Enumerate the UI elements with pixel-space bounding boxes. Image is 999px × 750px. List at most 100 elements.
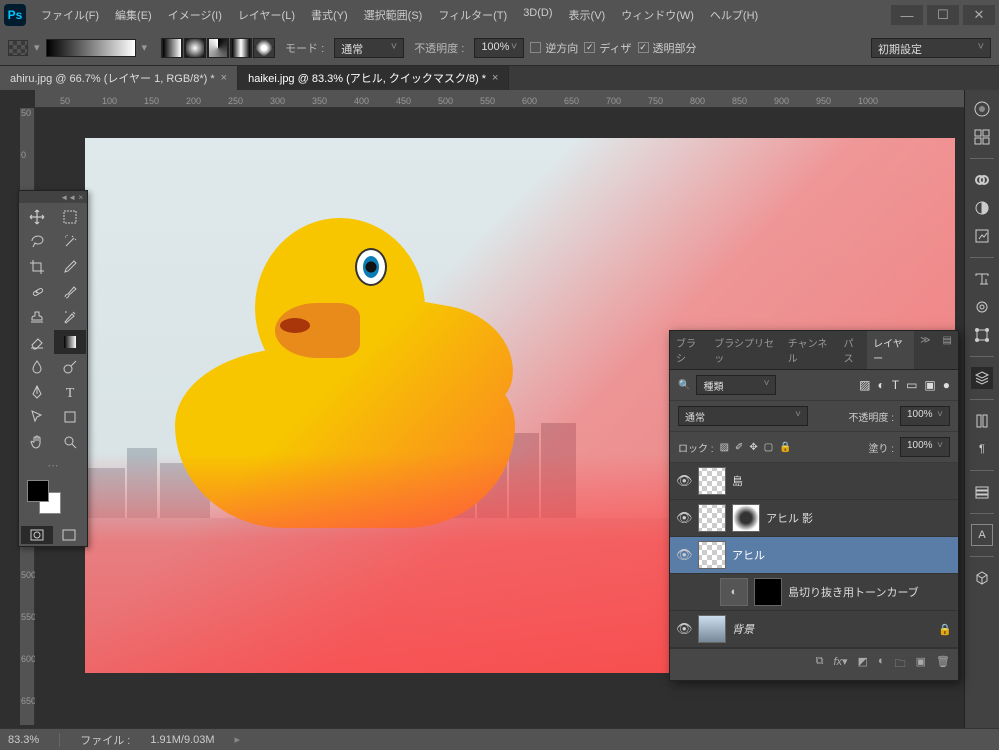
menu-filter[interactable]: フィルター(T) [431, 4, 514, 26]
tool-preset-picker[interactable] [8, 40, 28, 56]
menu-image[interactable]: イメージ(I) [161, 4, 229, 26]
visibility-icon[interactable]: 👁 [676, 547, 692, 563]
healing-tool[interactable] [21, 280, 53, 304]
styles-icon[interactable] [971, 225, 993, 247]
blur-tool[interactable] [21, 355, 53, 379]
layer-opacity-input[interactable]: 100% ˅ [900, 406, 950, 426]
delete-layer-icon[interactable]: 🗑 [936, 655, 950, 674]
lock-all-icon[interactable]: 🔒 [779, 442, 791, 453]
menu-view[interactable]: 表示(V) [562, 4, 613, 26]
marquee-tool[interactable] [54, 205, 86, 229]
filter-pixel-icon[interactable]: ▨ [859, 378, 870, 392]
type-tool[interactable]: T [54, 380, 86, 404]
hand-tool[interactable] [21, 430, 53, 454]
maximize-button[interactable]: ☐ [927, 5, 959, 25]
tab-brush[interactable]: ブラシ [670, 331, 708, 369]
magic-wand-tool[interactable] [54, 230, 86, 254]
adjustment-layer-icon[interactable]: ◐ [878, 655, 885, 674]
adjust-icon[interactable] [971, 197, 993, 219]
eyedropper-tool[interactable] [54, 255, 86, 279]
menu-select[interactable]: 選択範囲(S) [357, 4, 430, 26]
menu-help[interactable]: ヘルプ(H) [703, 4, 765, 26]
eraser-tool[interactable] [21, 330, 53, 354]
layer-item[interactable]: 👁島 [670, 463, 958, 500]
3d-icon[interactable] [971, 567, 993, 589]
transform-icon[interactable] [971, 324, 993, 346]
filter-shape-icon[interactable]: ▭ [906, 378, 917, 392]
actions-icon[interactable] [971, 410, 993, 432]
link-layers-icon[interactable]: ⧉ [816, 655, 824, 674]
layer-mask-icon[interactable]: ◩ [858, 655, 868, 674]
zoom-level[interactable]: 83.3% [8, 734, 39, 746]
layer-fx-icon[interactable]: fx▾ [833, 655, 847, 674]
status-flyout-icon[interactable]: ▸ [235, 733, 241, 746]
history-brush-tool[interactable] [54, 305, 86, 329]
menu-window[interactable]: ウィンドウ(W) [614, 4, 701, 26]
visibility-icon[interactable]: 👁 [676, 510, 692, 526]
color-swatches[interactable] [19, 474, 87, 524]
filter-type-icon[interactable]: T [892, 378, 899, 392]
move-tool[interactable] [21, 205, 53, 229]
shape-tool[interactable] [54, 405, 86, 429]
transparency-checkbox[interactable]: 透明部分 [638, 40, 697, 56]
fill-input[interactable]: 100% ˅ [900, 437, 950, 457]
lock-transparency-icon[interactable]: ▨ [720, 442, 729, 453]
gradient-preview[interactable] [46, 39, 136, 57]
gradient-radial[interactable] [184, 38, 206, 58]
tab-channels[interactable]: チャンネル [782, 331, 838, 369]
stamp-tool[interactable] [21, 305, 53, 329]
gradient-angle[interactable] [207, 38, 229, 58]
brush-tool[interactable] [54, 280, 86, 304]
toolbox-header[interactable]: ◄◄ × [19, 191, 87, 203]
pen-tool[interactable] [21, 380, 53, 404]
history-icon[interactable] [971, 481, 993, 503]
gradient-diamond[interactable] [253, 38, 275, 58]
dodge-tool[interactable] [54, 355, 86, 379]
zoom-tool[interactable] [54, 430, 86, 454]
menu-edit[interactable]: 編集(E) [108, 4, 159, 26]
layer-item[interactable]: 👁アヒル [670, 537, 958, 574]
layers-icon[interactable] [971, 367, 993, 389]
lock-position-icon[interactable]: ✥ [749, 442, 757, 453]
screen-mode[interactable] [54, 526, 86, 544]
layer-kind-select[interactable]: 種類 ˅ [696, 375, 776, 395]
layer-item[interactable]: 👁アヒル 影 [670, 500, 958, 537]
gradient-linear[interactable] [161, 38, 183, 58]
mode-select[interactable]: 通常 ˅ [334, 38, 404, 58]
paragraph-icon[interactable]: ¶ [971, 438, 993, 460]
menu-3d[interactable]: 3D(D) [516, 4, 559, 26]
tab-layers[interactable]: レイヤー [867, 331, 914, 369]
preset-select[interactable]: 初期設定˅ [871, 38, 991, 58]
nav-icon[interactable] [971, 296, 993, 318]
dither-checkbox[interactable]: ディザ [584, 40, 631, 56]
path-select-tool[interactable] [21, 405, 53, 429]
gradient-tool[interactable] [54, 330, 86, 354]
standard-mode[interactable] [21, 526, 53, 544]
doc-tab-0[interactable]: ahiru.jpg @ 66.7% (レイヤー 1, RGB/8*) *× [0, 66, 238, 90]
visibility-icon[interactable]: 👁 [676, 621, 692, 637]
lock-paint-icon[interactable]: ✐ [735, 442, 743, 453]
reverse-checkbox[interactable]: 逆方向 [530, 40, 578, 56]
swatches-icon[interactable] [971, 126, 993, 148]
character-icon[interactable] [971, 268, 993, 290]
doc-tab-1[interactable]: haikei.jpg @ 83.3% (アヒル, クイックマスク/8) *× [238, 66, 509, 90]
lock-artboard-icon[interactable]: ▢ [764, 442, 773, 453]
menu-type[interactable]: 書式(Y) [304, 4, 355, 26]
filter-smart-icon[interactable]: ▣ [924, 378, 935, 392]
close-icon[interactable]: × [492, 72, 498, 84]
layer-item[interactable]: 👁背景🔒 [670, 611, 958, 648]
lasso-tool[interactable] [21, 230, 53, 254]
layer-item[interactable]: ◐島切り抜き用トーンカーブ [670, 574, 958, 611]
minimize-button[interactable]: — [891, 5, 923, 25]
menu-layer[interactable]: レイヤー(L) [231, 4, 302, 26]
color-icon[interactable] [971, 98, 993, 120]
filter-toggle-icon[interactable]: ● [943, 378, 950, 392]
tab-paths[interactable]: パス [838, 331, 868, 369]
tab-brushpreset[interactable]: ブラシプリセッ [708, 331, 781, 369]
gradient-reflected[interactable] [230, 38, 252, 58]
close-icon[interactable]: × [221, 72, 227, 84]
cclib-icon[interactable] [971, 169, 993, 191]
new-layer-icon[interactable]: ▣ [916, 655, 926, 674]
filter-adjust-icon[interactable]: ◐ [877, 378, 884, 392]
char-style-icon[interactable]: A [971, 524, 993, 546]
